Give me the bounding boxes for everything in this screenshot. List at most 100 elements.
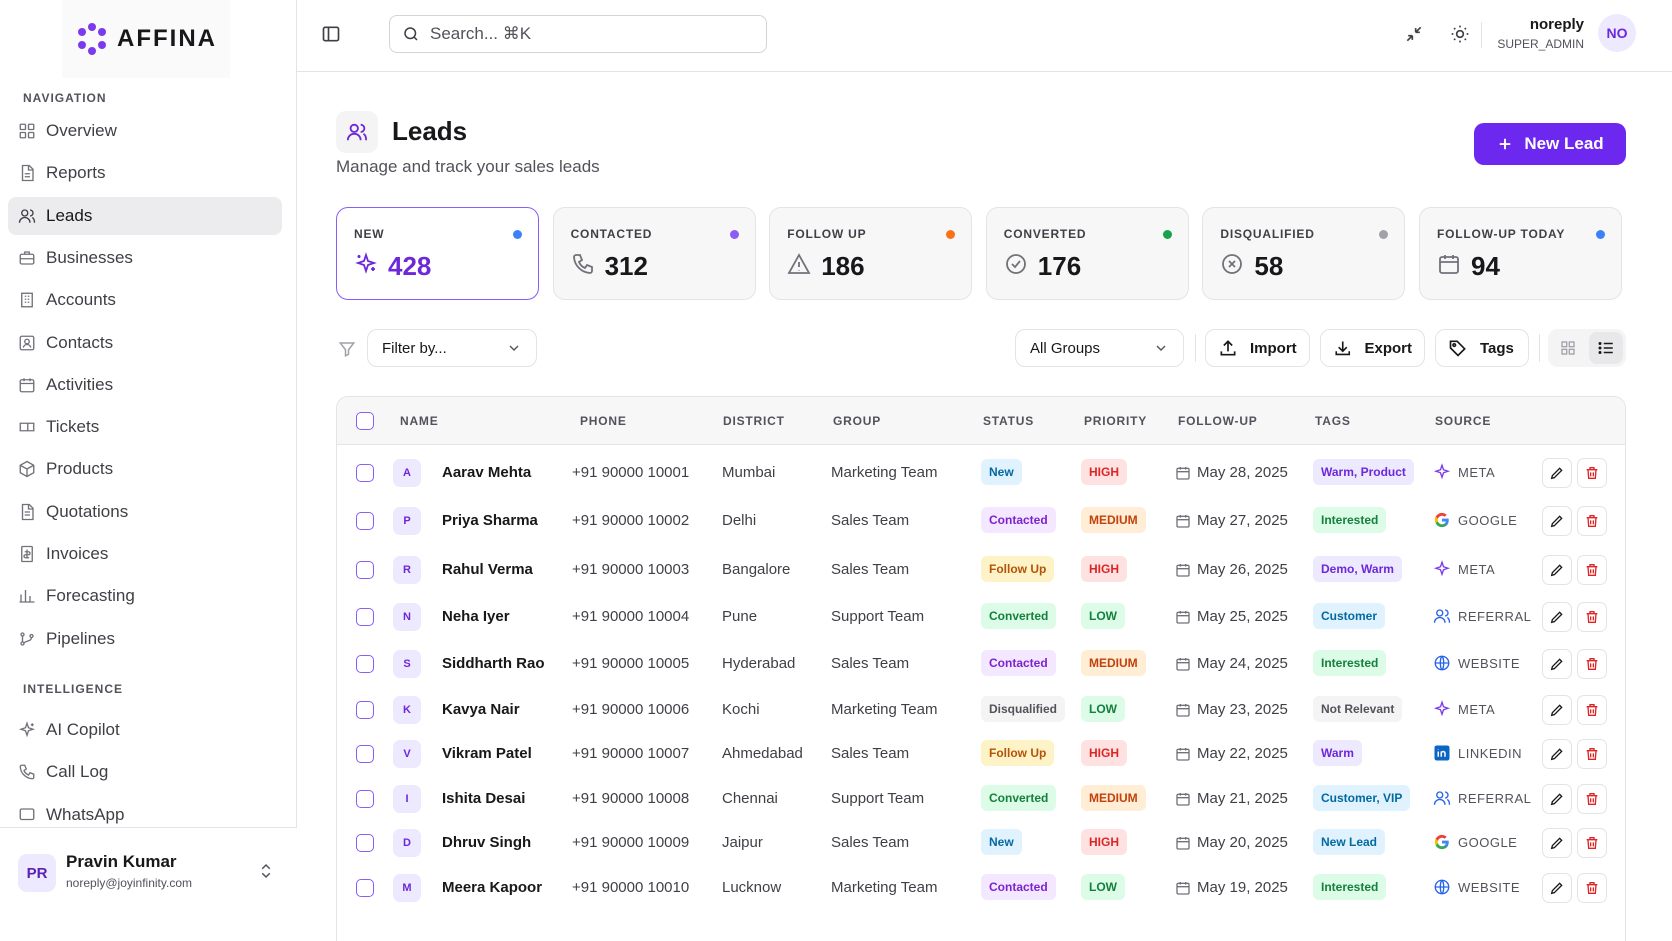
stat-card-follow-up-today[interactable]: FOLLOW-UP TODAY 94 <box>1419 207 1622 300</box>
column-header-group[interactable]: GROUP <box>833 414 881 428</box>
search-icon <box>404 27 418 41</box>
sidebar-item-invoices[interactable]: Invoices <box>8 535 282 573</box>
column-header-priority[interactable]: PRIORITY <box>1084 414 1147 428</box>
edit-button[interactable] <box>1542 649 1572 679</box>
sidebar-toggle-icon[interactable] <box>321 24 341 44</box>
sidebar-item-contacts[interactable]: Contacts <box>8 324 282 362</box>
sidebar-item-overview[interactable]: Overview <box>8 112 282 150</box>
filter-select[interactable]: Filter by... <box>367 329 537 367</box>
table-row[interactable]: S Siddharth Rao +91 90000 10005 Hyderabad Sa… <box>337 636 1625 685</box>
search-box[interactable] <box>389 15 767 53</box>
search-input[interactable] <box>430 24 730 44</box>
column-header-source[interactable]: SOURCE <box>1435 414 1491 428</box>
grid-view-button[interactable] <box>1551 332 1585 364</box>
sidebar-item-leads[interactable]: Leads <box>8 196 282 235</box>
column-header-phone[interactable]: PHONE <box>580 414 627 428</box>
table-row[interactable]: I Ishita Desai +91 90000 10008 Chennai Suppo… <box>337 771 1625 820</box>
delete-button[interactable] <box>1577 555 1607 585</box>
edit-button[interactable] <box>1542 873 1572 903</box>
sidebar-item-products[interactable]: Products <box>8 450 282 488</box>
stat-card-new[interactable]: NEW 428 <box>336 207 539 300</box>
select-all-checkbox[interactable] <box>356 412 374 430</box>
new-lead-button[interactable]: New Lead <box>1474 123 1626 165</box>
row-checkbox[interactable] <box>356 790 374 808</box>
sidebar-user[interactable]: PR Pravin Kumar noreply@joyinfinity.com <box>0 827 297 941</box>
edit-button[interactable] <box>1542 695 1572 725</box>
table-row[interactable]: N Neha Iyer +91 90000 10004 Pune Support Tea… <box>337 589 1625 638</box>
table-row[interactable]: P Priya Sharma +91 90000 10002 Delhi Sales T… <box>337 493 1625 542</box>
lead-name[interactable]: Meera Kapoor <box>442 879 542 896</box>
stat-card-contacted[interactable]: CONTACTED 312 <box>552 207 756 300</box>
group-select[interactable]: All Groups <box>1015 329 1184 367</box>
lead-name[interactable]: Kavya Nair <box>442 701 520 718</box>
import-button[interactable]: Import <box>1205 329 1310 367</box>
edit-button[interactable] <box>1542 458 1572 488</box>
delete-button[interactable] <box>1577 649 1607 679</box>
sidebar-item-label: Invoices <box>46 544 109 563</box>
row-checkbox[interactable] <box>356 701 374 719</box>
edit-button[interactable] <box>1542 739 1572 769</box>
column-header-district[interactable]: DISTRICT <box>723 414 785 428</box>
table-row[interactable]: A Aarav Mehta +91 90000 10001 Mumbai Marketi… <box>337 445 1625 494</box>
minimize-icon[interactable] <box>1404 24 1424 44</box>
edit-button[interactable] <box>1542 602 1572 632</box>
sidebar-item-quotations[interactable]: Quotations <box>8 493 282 531</box>
lead-name[interactable]: Aarav Mehta <box>442 464 531 481</box>
table-row[interactable]: M Meera Kapoor +91 90000 10010 Lucknow Marke… <box>337 860 1625 909</box>
edit-button[interactable] <box>1542 828 1572 858</box>
delete-button[interactable] <box>1577 695 1607 725</box>
sidebar-item-pipelines[interactable]: Pipelines <box>8 620 282 658</box>
logo[interactable]: AFFINA <box>62 0 230 78</box>
sidebar-item-accounts[interactable]: Accounts <box>8 281 282 319</box>
delete-button[interactable] <box>1577 784 1607 814</box>
sidebar-item-activities[interactable]: Activities <box>8 366 282 404</box>
sidebar-item-tickets[interactable]: Tickets <box>8 408 282 446</box>
theme-sun-icon[interactable] <box>1450 24 1470 44</box>
edit-button[interactable] <box>1542 784 1572 814</box>
row-checkbox[interactable] <box>356 834 374 852</box>
column-header-status[interactable]: STATUS <box>983 414 1034 428</box>
sidebar-item-call-log[interactable]: Call Log <box>8 753 282 791</box>
edit-button[interactable] <box>1542 506 1572 536</box>
delete-button[interactable] <box>1577 506 1607 536</box>
lead-name[interactable]: Dhruv Singh <box>442 834 531 851</box>
row-checkbox[interactable] <box>356 561 374 579</box>
stat-card-converted[interactable]: CONVERTED 176 <box>985 207 1189 300</box>
delete-button[interactable] <box>1577 458 1607 488</box>
delete-button[interactable] <box>1577 873 1607 903</box>
sidebar-item-businesses[interactable]: Businesses <box>8 239 282 277</box>
export-button[interactable]: Export <box>1320 329 1425 367</box>
delete-button[interactable] <box>1577 602 1607 632</box>
row-checkbox[interactable] <box>356 464 374 482</box>
lead-name[interactable]: Neha Iyer <box>442 608 510 625</box>
lead-name[interactable]: Priya Sharma <box>442 512 538 529</box>
lead-name[interactable]: Siddharth Rao <box>442 655 545 672</box>
lead-name[interactable]: Rahul Verma <box>442 561 533 578</box>
lead-name[interactable]: Ishita Desai <box>442 790 525 807</box>
delete-button[interactable] <box>1577 739 1607 769</box>
column-header-follow-up[interactable]: FOLLOW-UP <box>1178 414 1258 428</box>
row-checkbox[interactable] <box>356 608 374 626</box>
table-row[interactable]: K Kavya Nair +91 90000 10006 Kochi Marketing… <box>337 682 1625 731</box>
topbar-avatar[interactable]: NO <box>1598 14 1636 52</box>
stat-card-follow-up[interactable]: FOLLOW UP 186 <box>769 207 973 300</box>
row-checkbox[interactable] <box>356 655 374 673</box>
sidebar-item-ai-copilot[interactable]: AI Copilot <box>8 711 282 749</box>
sidebar-item-reports[interactable]: Reports <box>8 154 282 192</box>
table-row[interactable]: V Vikram Patel +91 90000 10007 Ahmedabad Sal… <box>337 726 1625 775</box>
delete-button[interactable] <box>1577 828 1607 858</box>
column-header-name[interactable]: NAME <box>400 414 439 428</box>
column-header-tags[interactable]: TAGS <box>1315 414 1351 428</box>
stat-card-disqualified[interactable]: DISQUALIFIED 58 <box>1202 207 1406 300</box>
list-view-button[interactable] <box>1589 332 1623 364</box>
row-checkbox[interactable] <box>356 745 374 763</box>
sidebar-item-forecasting[interactable]: Forecasting <box>8 577 282 615</box>
table-row[interactable]: D Dhruv Singh +91 90000 10009 Jaipur Sales T… <box>337 815 1625 864</box>
row-checkbox[interactable] <box>356 879 374 897</box>
lead-name[interactable]: Vikram Patel <box>442 745 532 762</box>
chevrons-up-down-icon[interactable] <box>257 862 275 880</box>
edit-button[interactable] <box>1542 555 1572 585</box>
tags-button[interactable]: Tags <box>1435 329 1529 367</box>
table-row[interactable]: R Rahul Verma +91 90000 10003 Bangalore Sale… <box>337 542 1625 591</box>
row-checkbox[interactable] <box>356 512 374 530</box>
